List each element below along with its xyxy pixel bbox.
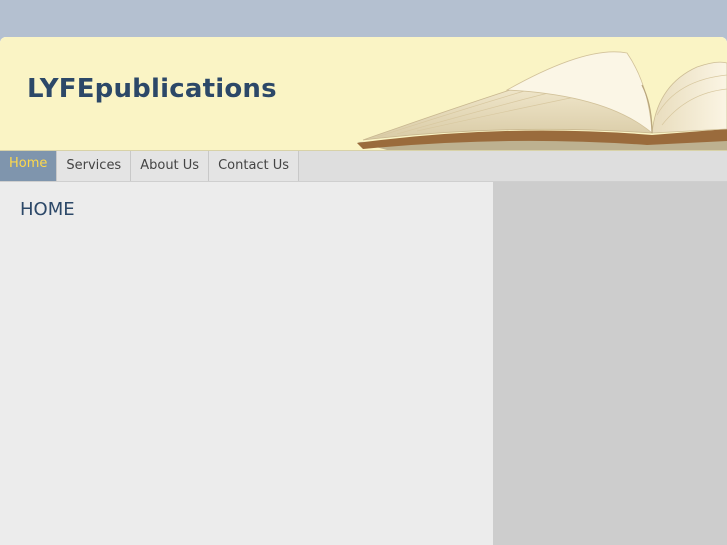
nav-item-about-us[interactable]: About Us xyxy=(131,151,210,181)
sidebar xyxy=(493,182,727,545)
main-navigation: Home Services About Us Contact Us xyxy=(0,151,727,182)
main-content: HOME xyxy=(0,182,493,545)
nav-item-services[interactable]: Services xyxy=(57,151,132,181)
page-container: LYFEpublications Home Services About Us … xyxy=(0,37,727,545)
site-header: LYFEpublications xyxy=(0,37,727,151)
page-heading: HOME xyxy=(20,199,75,220)
open-book-image xyxy=(357,51,727,150)
nav-item-home[interactable]: Home xyxy=(0,151,58,181)
site-title[interactable]: LYFEpublications xyxy=(27,74,277,104)
nav-item-contact-us[interactable]: Contact Us xyxy=(209,151,300,181)
